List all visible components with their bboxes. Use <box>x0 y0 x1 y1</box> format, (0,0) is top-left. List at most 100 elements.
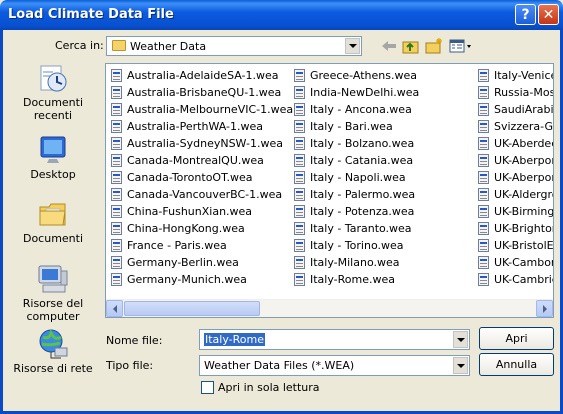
file-item[interactable]: Italy-Rome.wea <box>294 271 419 288</box>
file-item[interactable]: UK-Cambridg <box>478 271 553 288</box>
file-item[interactable]: UK-BristolE.w <box>478 237 553 254</box>
file-item[interactable]: Greece-Athens.wea <box>294 67 419 84</box>
file-item[interactable]: UK-Aldergrov <box>478 186 553 203</box>
file-item[interactable]: Germany-Berlin.wea <box>111 254 293 271</box>
filename-value: Italy-Rome <box>204 333 266 346</box>
file-item[interactable]: Italy-Milano.wea <box>294 254 419 271</box>
wea-file-icon <box>294 273 305 286</box>
filename-label: Nome file: <box>106 334 163 347</box>
file-item[interactable]: Italy - Ancona.wea <box>294 101 419 118</box>
file-item[interactable]: Italy - Taranto.wea <box>294 220 419 237</box>
file-name: Australia-SydneyNSW-1.wea <box>127 137 283 150</box>
open-button[interactable]: Apri <box>479 327 554 350</box>
file-item[interactable]: Canada-TorontoOT.wea <box>111 169 293 186</box>
file-item[interactable]: UK-Aberport <box>478 169 553 186</box>
wea-file-icon <box>111 171 122 184</box>
file-item[interactable]: Australia-BrisbaneQU-1.wea <box>111 84 293 101</box>
file-item[interactable]: UK-Aberdeen <box>478 135 553 152</box>
place-recent[interactable]: Documenti recenti <box>7 62 99 122</box>
file-item[interactable]: Italy - Potenza.wea <box>294 203 419 220</box>
file-name: Italy - Potenza.wea <box>310 205 415 218</box>
scroll-left-icon[interactable] <box>106 300 123 317</box>
filename-field[interactable]: Italy-Rome <box>199 329 470 350</box>
file-name: UK-Camborn <box>494 256 553 269</box>
file-name: Italy-Rome.wea <box>310 273 396 286</box>
file-item[interactable]: China-FushunXian.wea <box>111 203 293 220</box>
file-item[interactable]: Italy - Torino.wea <box>294 237 419 254</box>
title-bar[interactable]: Load Climate Data File ? ✕ <box>0 0 563 30</box>
chevron-down-icon[interactable] <box>453 331 468 348</box>
file-item[interactable]: SaudiArabia- <box>478 101 553 118</box>
wea-file-icon <box>478 188 489 201</box>
wea-file-icon <box>294 239 305 252</box>
file-name: UK-Aldergrov <box>494 188 553 201</box>
file-item[interactable]: UK-Birmingha <box>478 203 553 220</box>
file-item[interactable]: UK-Aberport <box>478 152 553 169</box>
file-item[interactable]: Italy - Bolzano.wea <box>294 135 419 152</box>
wea-file-icon <box>478 86 489 99</box>
file-list[interactable]: Australia-AdelaideSA-1.wea Australia-Bris… <box>105 63 554 318</box>
documents-folder-icon <box>37 198 69 230</box>
wea-file-icon <box>294 256 305 269</box>
wea-file-icon <box>478 120 489 133</box>
place-network[interactable]: Risorse di rete <box>7 328 99 375</box>
file-item[interactable]: Russia-Mosco <box>478 84 553 101</box>
new-folder-icon[interactable] <box>424 37 444 55</box>
file-item[interactable]: Italy - Catania.wea <box>294 152 419 169</box>
cancel-button[interactable]: Annulla <box>479 353 554 376</box>
scroll-right-icon[interactable] <box>536 300 553 317</box>
file-item[interactable]: Italy-Venice. <box>478 67 553 84</box>
file-name: France - Paris.wea <box>127 239 227 252</box>
folder-icon <box>112 40 126 51</box>
file-name: Canada-MontrealQU.wea <box>127 154 264 167</box>
file-item[interactable]: Canada-MontrealQU.wea <box>111 152 293 169</box>
look-in-combo[interactable]: Weather Data <box>106 36 362 56</box>
place-label: Risorse di rete <box>13 362 93 375</box>
scrollbar-thumb[interactable] <box>124 301 260 316</box>
file-name: UK-BrightonE <box>494 222 553 235</box>
file-name: China-FushunXian.wea <box>127 205 253 218</box>
file-item[interactable]: Australia-SydneyNSW-1.wea <box>111 135 293 152</box>
file-item[interactable]: China-HongKong.wea <box>111 220 293 237</box>
place-label: Risorse del computer <box>22 297 84 323</box>
wea-file-icon <box>111 120 122 133</box>
file-item[interactable]: Svizzera-Gine <box>478 118 554 135</box>
file-item[interactable]: Canada-VancouverBC-1.wea <box>111 186 293 203</box>
file-name: Italy - Taranto.wea <box>310 222 412 235</box>
file-item[interactable]: India-NewDelhi.wea <box>294 84 419 101</box>
file-item[interactable]: France - Paris.wea <box>111 237 293 254</box>
file-item[interactable]: UK-BrightonE <box>478 220 553 237</box>
chevron-down-icon[interactable] <box>345 38 360 54</box>
place-documents[interactable]: Documenti <box>7 198 99 245</box>
chevron-down-icon[interactable] <box>453 357 468 374</box>
file-item[interactable]: Australia-MelbourneVIC-1.wea <box>111 101 293 118</box>
place-computer[interactable]: Risorse del computer <box>7 263 99 323</box>
up-folder-icon[interactable] <box>401 37 421 55</box>
file-item[interactable]: Italy - Napoli.wea <box>294 169 419 186</box>
back-arrow-icon[interactable] <box>379 37 399 55</box>
file-item[interactable]: Australia-PerthWA-1.wea <box>111 118 293 135</box>
close-button[interactable]: ✕ <box>538 4 559 25</box>
wea-file-icon <box>294 69 305 82</box>
file-item[interactable]: UK-Camborn <box>478 254 553 271</box>
file-item[interactable]: Germany-Munich.wea <box>111 271 293 288</box>
wea-file-icon <box>478 137 489 150</box>
horizontal-scrollbar[interactable] <box>106 299 553 317</box>
help-button[interactable]: ? <box>515 4 536 25</box>
place-desktop[interactable]: Desktop <box>7 134 99 181</box>
file-name: Russia-Mosco <box>494 86 553 99</box>
file-name: Italy - Torino.wea <box>310 239 404 252</box>
filetype-select[interactable]: Weather Data Files (*.WEA) <box>199 355 470 376</box>
file-item[interactable]: Italy - Bari.wea <box>294 118 419 135</box>
view-menu-icon[interactable] <box>449 37 473 55</box>
place-label: Documenti <box>22 232 84 245</box>
wea-file-icon <box>111 137 122 150</box>
file-name: Australia-PerthWA-1.wea <box>127 120 263 133</box>
wea-file-icon <box>294 120 305 133</box>
file-name: Italy - Bolzano.wea <box>310 137 415 150</box>
file-name: Australia-MelbourneVIC-1.wea <box>127 103 294 116</box>
readonly-checkbox[interactable] <box>201 381 214 394</box>
file-item[interactable]: Italy - Palermo.wea <box>294 186 419 203</box>
file-item[interactable]: Australia-AdelaideSA-1.wea <box>111 67 293 84</box>
file-name: Svizzera-Gine <box>494 120 554 133</box>
